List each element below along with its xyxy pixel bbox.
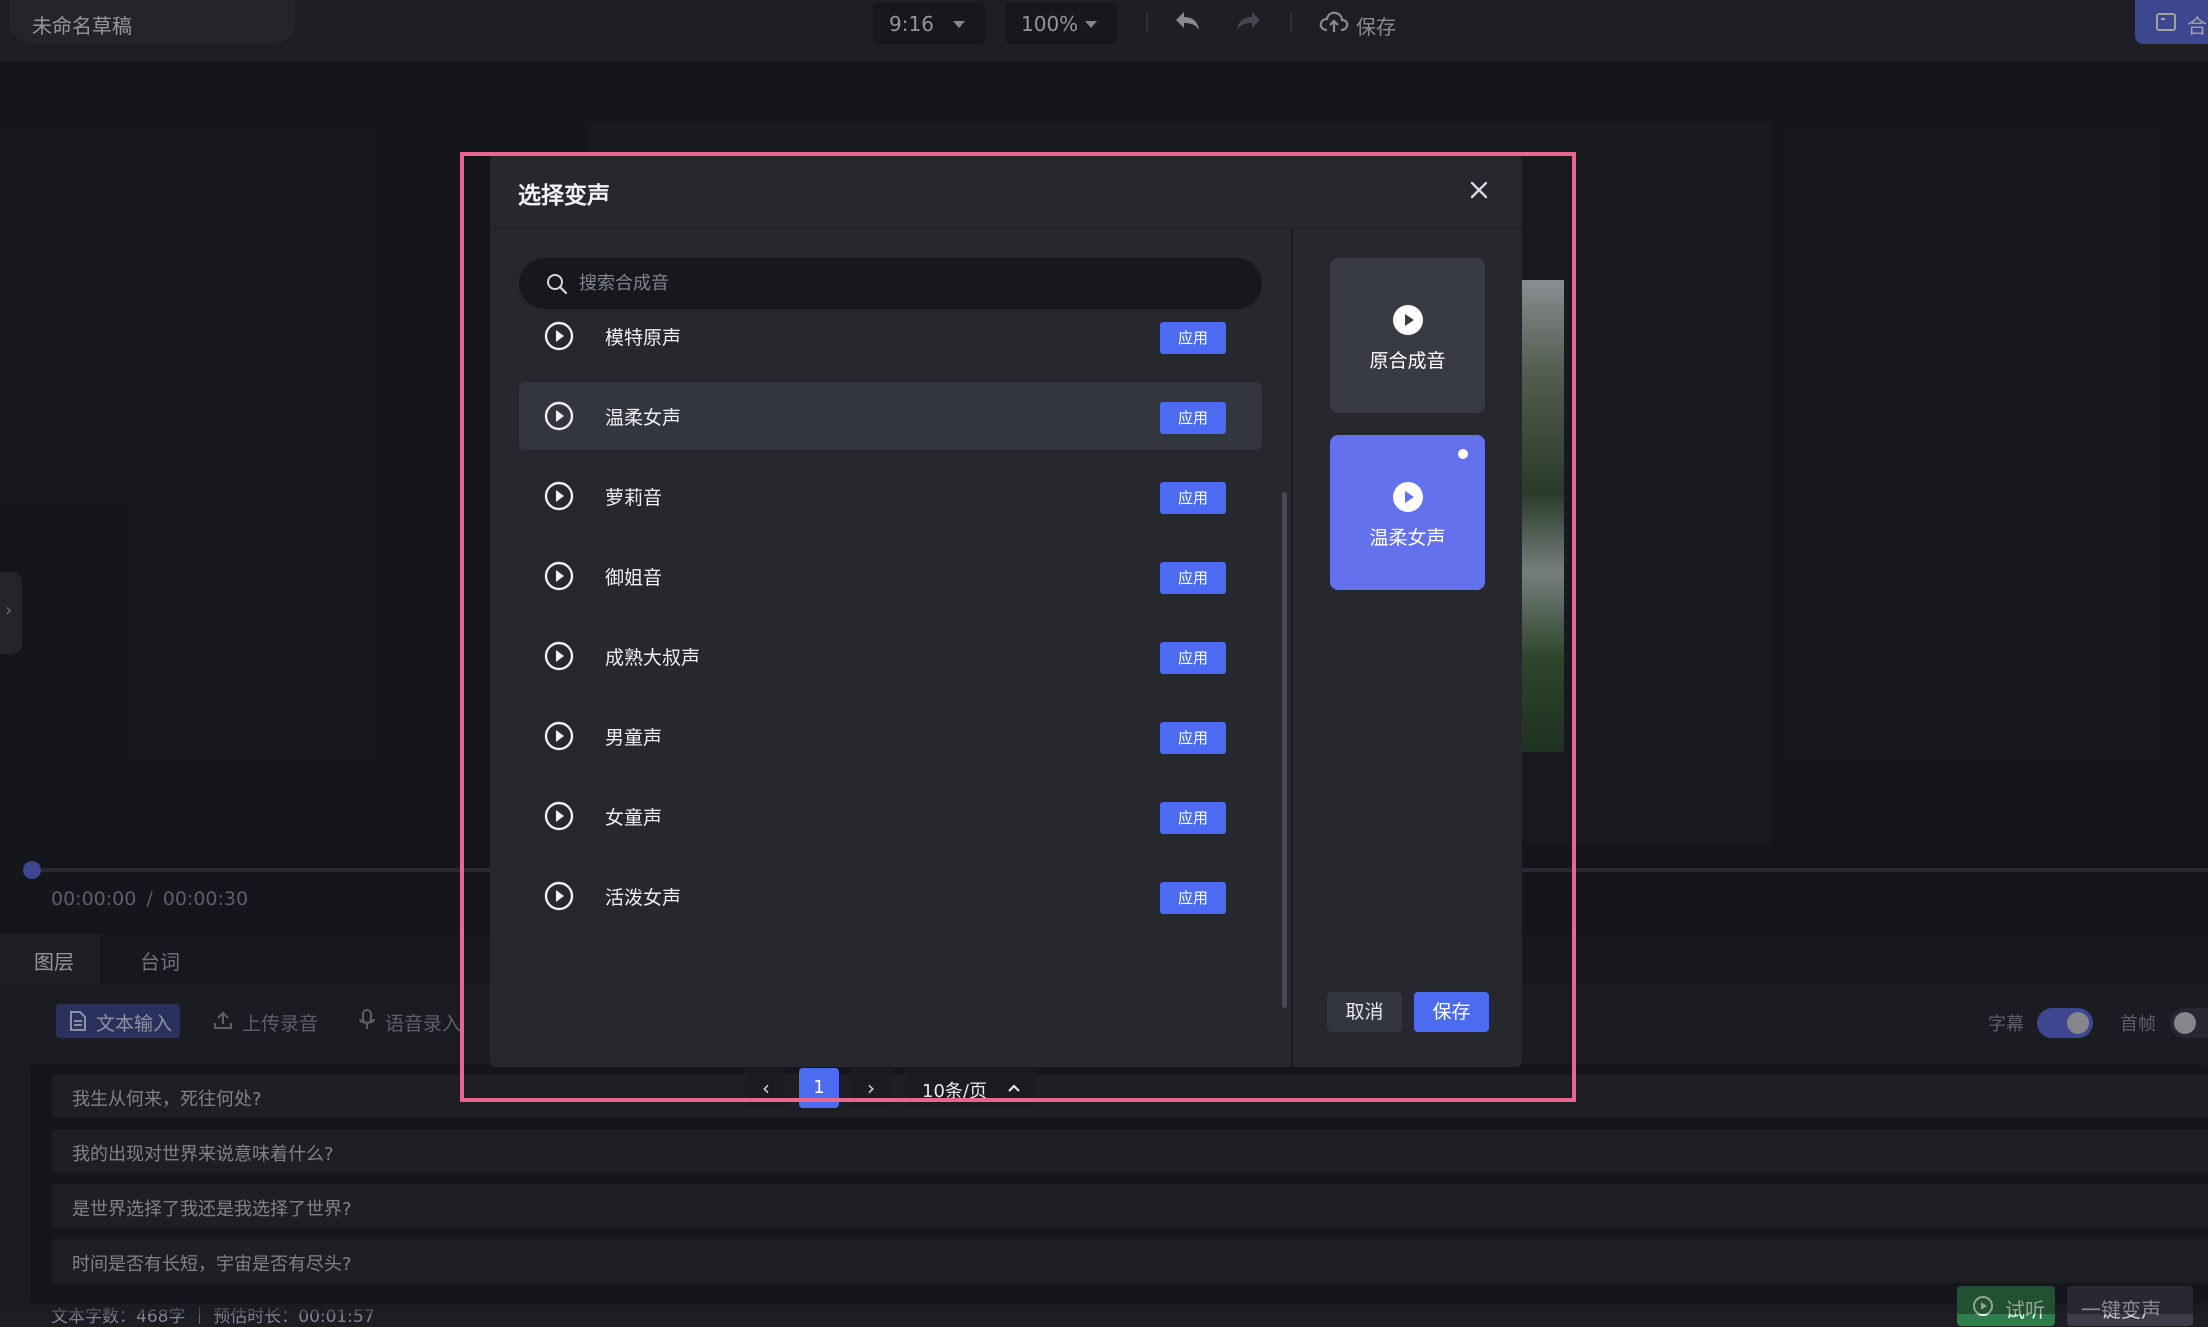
focus-highlight-frame — [460, 152, 1576, 1102]
